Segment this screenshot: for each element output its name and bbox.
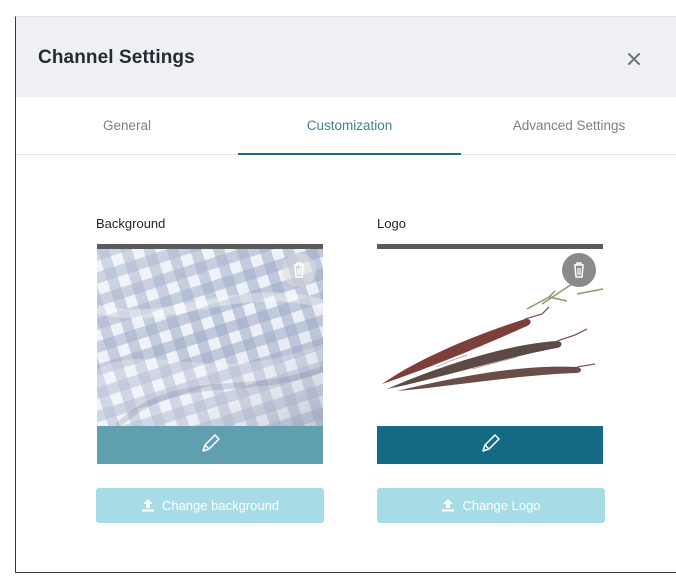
background-edit-button[interactable] [97,426,323,464]
change-background-button[interactable]: Change background [96,488,324,523]
close-button[interactable] [622,47,646,71]
tab-customization[interactable]: Customization [238,97,461,155]
background-card [97,244,323,464]
dialog-title: Channel Settings [38,47,195,68]
tab-bar: General Customization Advanced Settings [16,97,676,155]
logo-card [377,244,603,464]
tab-advanced-settings[interactable]: Advanced Settings [494,97,644,155]
upload-icon [141,499,154,512]
pencil-icon [202,434,220,452]
pencil-icon [482,434,500,452]
logo-delete-button[interactable] [562,253,596,287]
change-logo-label: Change Logo [462,498,541,513]
tab-general[interactable]: General [52,97,202,155]
logo-edit-button[interactable] [377,426,603,464]
trash-icon [574,262,584,278]
logo-label: Logo [377,216,406,231]
trash-icon [294,262,304,278]
background-delete-button[interactable] [282,253,316,287]
change-logo-button[interactable]: Change Logo [377,488,605,523]
close-icon [628,53,640,65]
channel-settings-dialog: Channel Settings General Customization A… [15,16,676,573]
background-label: Background [96,216,166,231]
dialog-header: Channel Settings [16,17,676,97]
upload-icon [442,499,455,512]
change-background-label: Change background [161,498,280,513]
active-tab-indicator [238,153,461,155]
